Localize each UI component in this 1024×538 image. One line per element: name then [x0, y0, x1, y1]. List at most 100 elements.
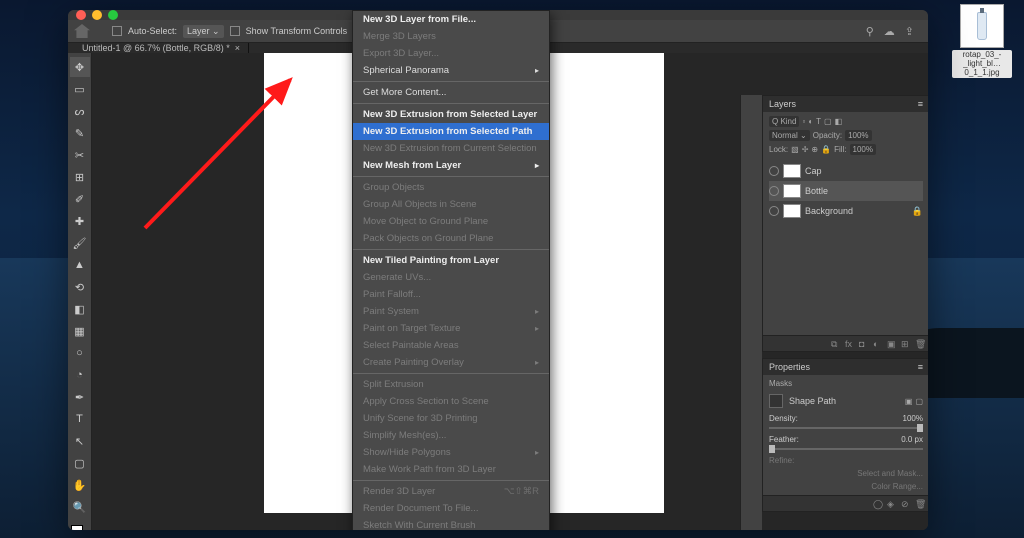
- menu-item[interactable]: Spherical Panorama: [353, 62, 549, 79]
- apply-mask-icon[interactable]: ◈: [887, 499, 897, 509]
- lock-pixels-icon[interactable]: ▧: [791, 145, 799, 154]
- lock-position-icon[interactable]: ✢: [802, 145, 809, 154]
- healing-tool[interactable]: ✚: [70, 211, 90, 231]
- eraser-tool[interactable]: ◧: [70, 299, 90, 319]
- show-transform-checkbox[interactable]: [230, 26, 240, 36]
- close-tab-icon[interactable]: ×: [235, 43, 240, 53]
- pixel-mask-icon[interactable]: ▣: [905, 397, 913, 406]
- home-icon[interactable]: [74, 24, 90, 38]
- lock-artboard-icon[interactable]: ⊕: [811, 145, 818, 154]
- menu-item: Generate UVs...: [353, 269, 549, 286]
- menu-item: Render 3D Layer⌥⇧⌘R: [353, 483, 549, 500]
- feather-slider[interactable]: [769, 448, 923, 450]
- menu-item[interactable]: New 3D Extrusion from Selected Path: [353, 123, 549, 140]
- visibility-toggle[interactable]: [769, 166, 779, 176]
- menu-item: New 3D Extrusion from Current Selection: [353, 140, 549, 157]
- density-slider[interactable]: [769, 427, 923, 429]
- filter-type-icon[interactable]: T: [816, 117, 821, 126]
- marquee-tool[interactable]: ▭: [70, 79, 90, 99]
- link-layers-icon[interactable]: ⧉: [831, 339, 841, 349]
- maximize-window[interactable]: [108, 10, 118, 20]
- 3d-menu-dropdown[interactable]: New 3D Layer from File...Merge 3D Layers…: [352, 10, 550, 530]
- opacity-field[interactable]: 100%: [845, 130, 871, 141]
- history-brush-tool[interactable]: ⟲: [70, 277, 90, 297]
- file-label: rotap_03_-_light_bl…0_1_1.jpg: [952, 50, 1012, 78]
- menu-item[interactable]: New Mesh from Layer: [353, 157, 549, 174]
- layer-thumb: [783, 204, 801, 218]
- filter-image-icon[interactable]: ▫: [802, 117, 805, 126]
- document-tab[interactable]: Untitled-1 @ 66.7% (Bottle, RGB/8) * ×: [74, 43, 249, 53]
- delete-mask-icon[interactable]: 🗑: [915, 499, 925, 509]
- menu-item[interactable]: New 3D Extrusion from Selected Layer: [353, 106, 549, 123]
- brush-tool[interactable]: 🖌: [70, 233, 90, 253]
- menu-item: Make Work Path from 3D Layer: [353, 461, 549, 478]
- type-tool[interactable]: T: [70, 409, 90, 429]
- cloud-icon[interactable]: ☁: [884, 25, 895, 38]
- auto-select-dropdown[interactable]: Layer ⌄: [183, 25, 224, 38]
- eyedropper-tool[interactable]: ✐: [70, 189, 90, 209]
- color-swatch[interactable]: [71, 525, 89, 530]
- lasso-tool[interactable]: ᔕ: [70, 101, 90, 121]
- menu-item: Merge 3D Layers: [353, 28, 549, 45]
- layers-title: Layers: [769, 99, 796, 109]
- filter-smart-icon[interactable]: ◧: [835, 117, 843, 126]
- frame-tool[interactable]: ⊞: [70, 167, 90, 187]
- fill-field[interactable]: 100%: [850, 144, 876, 155]
- layer-bottle[interactable]: Bottle: [769, 181, 923, 201]
- menu-item[interactable]: Get More Content...: [353, 84, 549, 101]
- search-icon[interactable]: ⚲: [866, 25, 874, 38]
- collapsed-panel-strip[interactable]: [740, 95, 762, 530]
- select-and-mask[interactable]: Select and Mask...: [769, 469, 923, 478]
- move-tool[interactable]: ✥: [70, 57, 90, 77]
- blur-tool[interactable]: ○: [70, 343, 90, 363]
- fx-icon[interactable]: fx: [845, 339, 855, 349]
- menu-item[interactable]: New 3D Layer from File...: [353, 11, 549, 28]
- lock-all-icon[interactable]: 🔒: [821, 145, 831, 154]
- panel-menu-icon[interactable]: ≡: [918, 99, 923, 109]
- mask-icon[interactable]: ◘: [859, 339, 869, 349]
- crop-tool[interactable]: ✂: [70, 145, 90, 165]
- pen-tool[interactable]: ✒: [70, 387, 90, 407]
- minimize-window[interactable]: [92, 10, 102, 20]
- dodge-tool[interactable]: ◔: [70, 365, 90, 385]
- visibility-toggle[interactable]: [769, 206, 779, 216]
- masks-label: Masks: [769, 379, 923, 388]
- load-selection-icon[interactable]: ◯: [873, 499, 883, 509]
- menu-item[interactable]: New Tiled Painting from Layer: [353, 252, 549, 269]
- layer-cap[interactable]: Cap: [769, 161, 923, 181]
- delete-layer-icon[interactable]: 🗑: [915, 339, 925, 349]
- vector-mask-icon[interactable]: ▢: [915, 397, 923, 406]
- zoom-tool[interactable]: 🔍: [70, 497, 90, 517]
- filter-adjust-icon[interactable]: ◐: [808, 117, 813, 126]
- close-window[interactable]: [76, 10, 86, 20]
- filter-shape-icon[interactable]: ▢: [824, 117, 832, 126]
- shape-tool[interactable]: ▢: [70, 453, 90, 473]
- menu-item: Apply Cross Section to Scene: [353, 393, 549, 410]
- hand-tool[interactable]: ✋: [70, 475, 90, 495]
- photoshop-window: Photoshop CC 2019 Auto-Select: Layer ⌄ S…: [68, 10, 928, 530]
- auto-select-checkbox[interactable]: [112, 26, 122, 36]
- color-range[interactable]: Color Range...: [769, 482, 923, 491]
- visibility-toggle[interactable]: [769, 186, 779, 196]
- desktop-file[interactable]: rotap_03_-_light_bl…0_1_1.jpg: [952, 4, 1012, 78]
- group-icon[interactable]: ▣: [887, 339, 897, 349]
- gradient-tool[interactable]: ▦: [70, 321, 90, 341]
- menu-item: Paint Falloff...: [353, 286, 549, 303]
- menu-item: Simplify Mesh(es)...: [353, 427, 549, 444]
- panel-menu-icon[interactable]: ≡: [918, 362, 923, 372]
- menu-item: Group All Objects in Scene: [353, 196, 549, 213]
- menu-item: Create Painting Overlay: [353, 354, 549, 371]
- disable-mask-icon[interactable]: ⊘: [901, 499, 911, 509]
- menu-item: Group Objects: [353, 179, 549, 196]
- layer-filter-kind[interactable]: Q Kind: [769, 116, 799, 127]
- quick-select-tool[interactable]: ✎: [70, 123, 90, 143]
- blend-mode-dropdown[interactable]: Normal ⌄: [769, 130, 810, 141]
- lock-icon: 🔒: [912, 206, 923, 217]
- layer-background[interactable]: Background 🔒: [769, 201, 923, 221]
- stamp-tool[interactable]: ▲: [70, 255, 90, 275]
- path-select-tool[interactable]: ↖: [70, 431, 90, 451]
- share-icon[interactable]: ⇪: [905, 25, 914, 38]
- new-layer-icon[interactable]: ⊞: [901, 339, 911, 349]
- adjustment-icon[interactable]: ◐: [873, 339, 883, 349]
- menu-item: Move Object to Ground Plane: [353, 213, 549, 230]
